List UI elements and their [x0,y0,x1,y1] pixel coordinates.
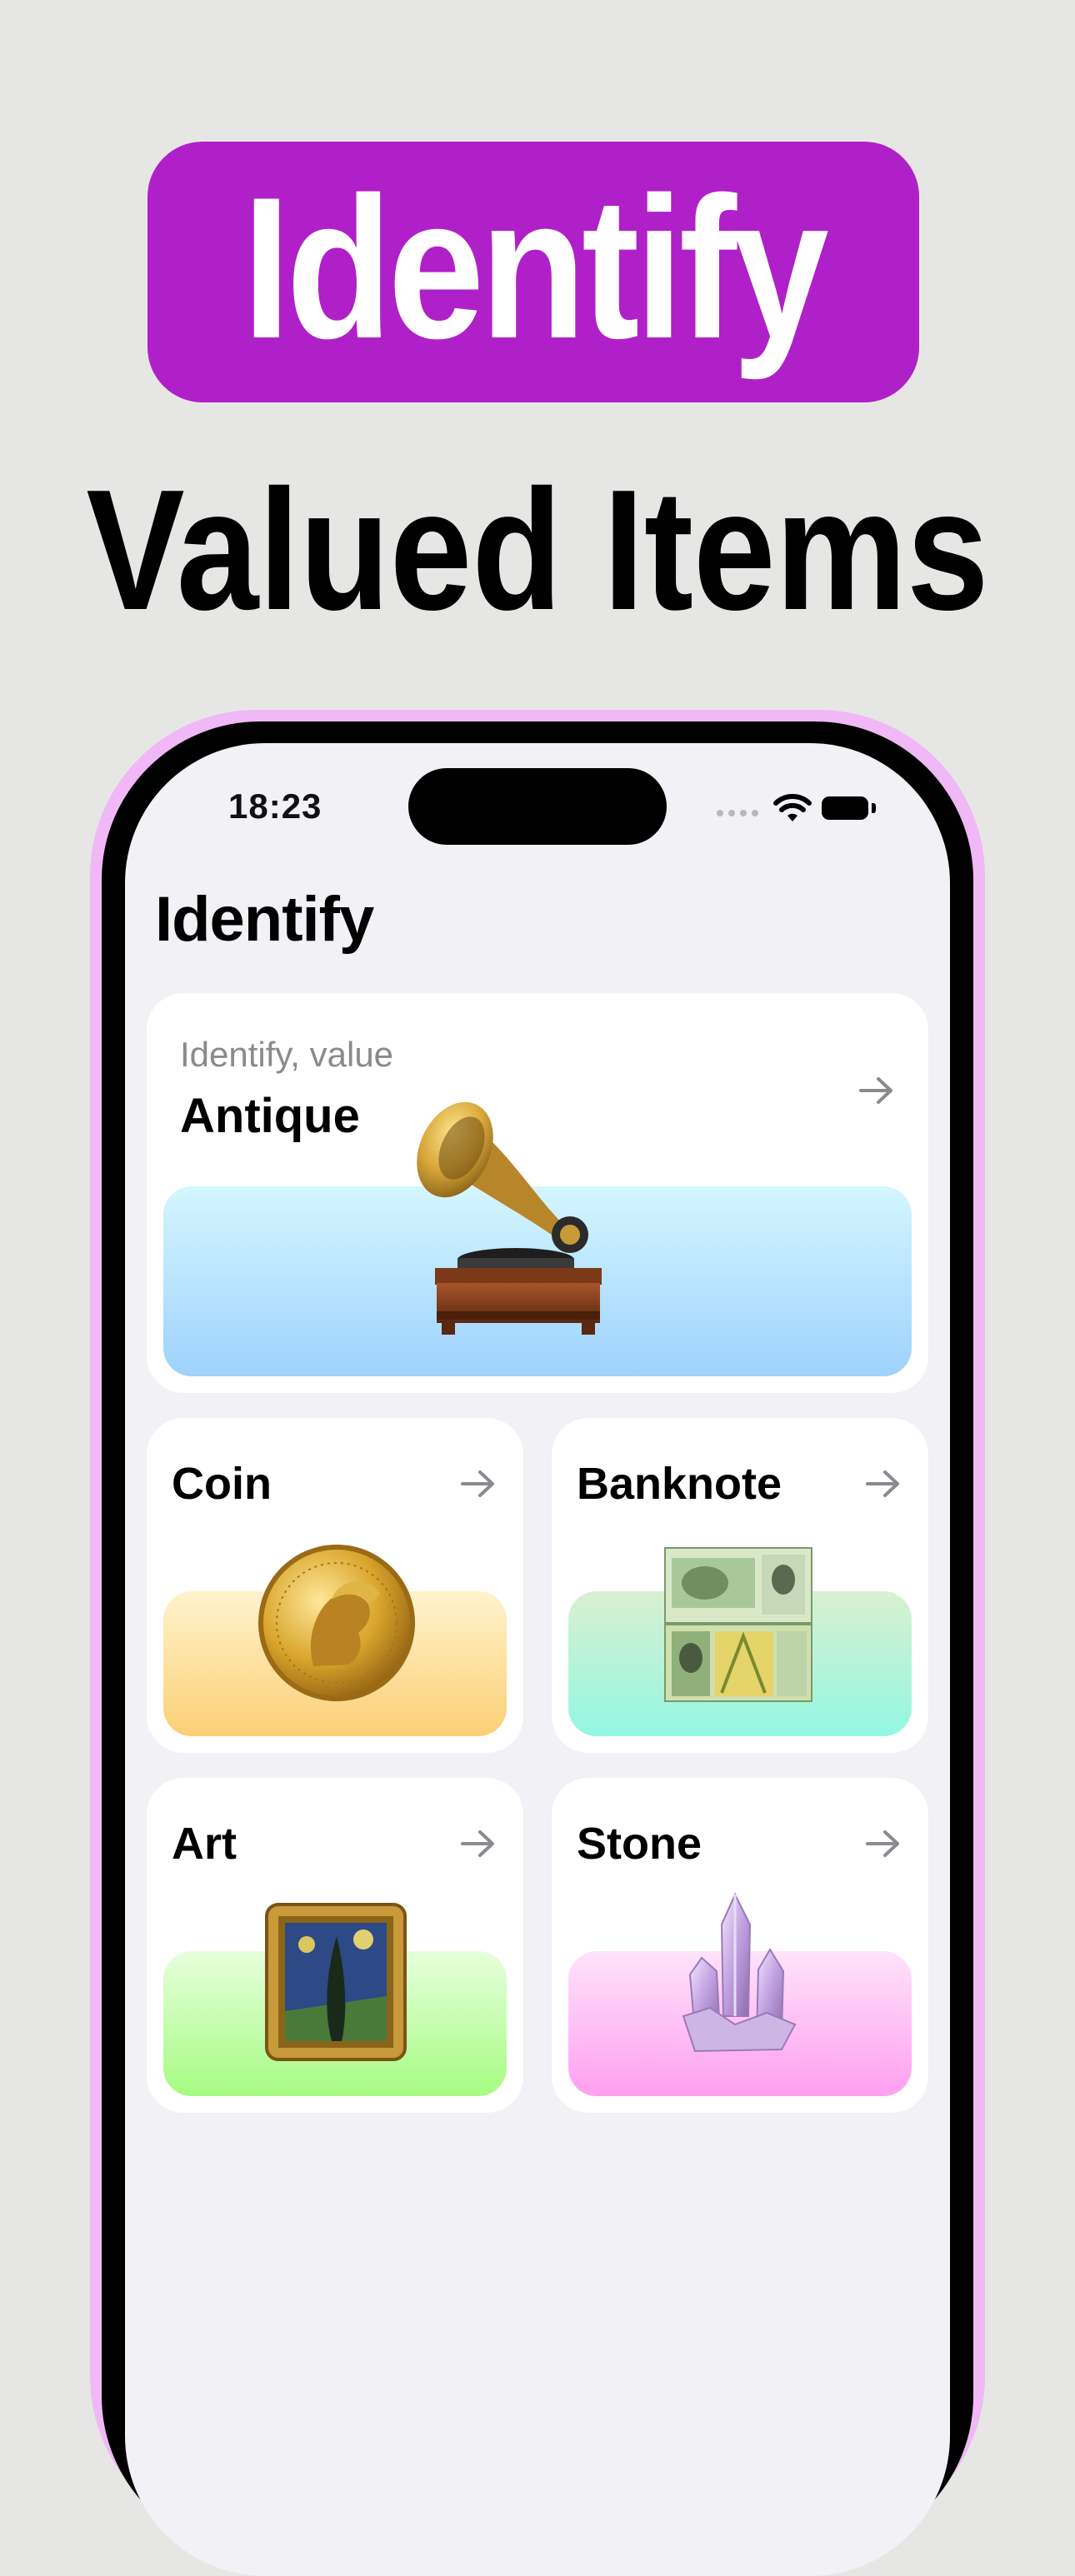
battery-tip [872,803,876,813]
arrow-right-icon [866,1470,899,1497]
antique-card[interactable]: Identify, value Antique [147,993,928,1393]
dynamic-island [408,768,667,845]
battery-icon [822,796,868,820]
promo-pill-text: Identify [242,155,829,381]
banknote-icon [664,1547,812,1702]
gramophone-icon [417,1101,602,1335]
banknote-card-title: Banknote [577,1459,782,1509]
coin-card-title: Coin [172,1459,272,1509]
art-card[interactable]: Art [147,1778,523,2113]
arrow-right-icon [859,1077,892,1104]
stone-card[interactable]: Stone [552,1778,928,2113]
page-title: Identify [155,884,374,955]
antique-card-title: Antique [180,1089,360,1143]
arrow-right-icon [866,1830,899,1857]
phone-screen: 18:23 Identify Identify, value Antique C… [125,743,950,2576]
status-time: 18:23 [228,786,322,826]
cellular-signal-icon [717,810,758,816]
stone-card-title: Stone [577,1819,702,1869]
crystal-icon [682,1892,797,2053]
framed-painting-icon [265,1903,407,2061]
coin-card[interactable]: Coin [147,1418,523,1753]
promo-pill: Identify [148,142,919,402]
arrow-right-icon [461,1470,494,1497]
arrow-right-icon [461,1830,494,1857]
status-icons [717,791,883,825]
art-card-title: Art [172,1819,237,1869]
wifi-icon [773,794,812,821]
coin-icon [258,1545,415,1701]
banknote-card[interactable]: Banknote [552,1418,928,1753]
antique-card-subtitle: Identify, value [180,1035,394,1074]
promo-headline: Valued Items [86,454,989,646]
